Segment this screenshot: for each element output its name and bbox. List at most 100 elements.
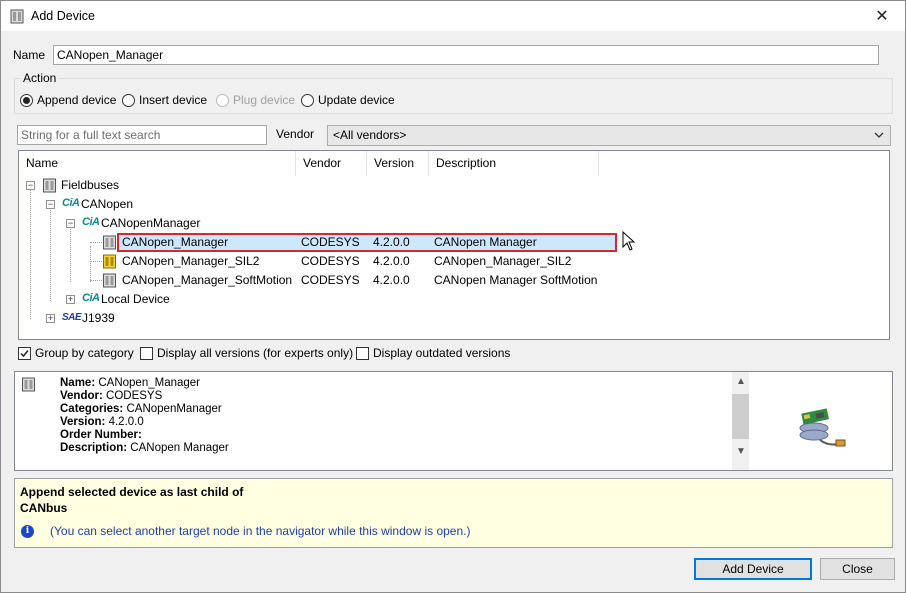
display-all-versions-checkbox[interactable]: Display all versions (for experts only) <box>140 346 353 360</box>
add-device-dialog: Add Device ✕ Name CANopen_Manager Action… <box>0 0 906 593</box>
device-module-icon <box>10 9 24 24</box>
group-by-category-label: Group by category <box>35 346 134 360</box>
device-description: CANopen Manager SoftMotion <box>434 273 598 287</box>
search-input[interactable]: String for a full text search <box>17 125 267 145</box>
info-vendor-value: CODESYS <box>102 390 163 402</box>
can-adapter-icon <box>799 408 846 447</box>
radio-circle <box>301 93 314 107</box>
info-name-label: Name: <box>60 377 96 389</box>
tree-node-local-device[interactable]: + CiA Local Device <box>19 290 889 309</box>
device-row-canopen-manager[interactable]: CANopen_Manager CODESYS 4.2.0.0 CANopen … <box>19 233 889 252</box>
display-outdated-checkbox[interactable]: Display outdated versions <box>356 346 510 360</box>
title-bar: Add Device ✕ <box>1 1 905 31</box>
device-name: CANopen_Manager_SoftMotion <box>122 273 293 287</box>
info-version-value: 4.2.0.0 <box>105 416 144 428</box>
info-icon: i <box>21 525 34 538</box>
device-description: CANopen_Manager_SIL2 <box>434 254 572 268</box>
device-module-sil2-icon <box>103 254 116 269</box>
status-message-panel: Append selected device as last child of … <box>14 478 893 548</box>
device-info-text: Name: CANopen_Manager Vendor: CODESYS Ca… <box>60 377 229 455</box>
device-vendor: CODESYS <box>301 273 360 287</box>
checkmark-icon <box>20 349 29 357</box>
group-by-category-checkbox[interactable]: Group by category <box>18 346 134 360</box>
column-header-description[interactable]: Description <box>429 151 599 176</box>
device-tree[interactable]: Name Vendor Version Description − Fieldb… <box>18 150 890 340</box>
column-header-vendor[interactable]: Vendor <box>296 151 367 176</box>
scrollbar-thumb[interactable] <box>732 394 749 439</box>
device-version: 4.2.0.0 <box>373 273 410 287</box>
cia-logo-icon: CiA <box>82 216 100 228</box>
info-scrollbar[interactable]: ▲ ▼ <box>732 372 749 470</box>
append-device-radio[interactable]: Append device <box>20 93 116 107</box>
checkbox-box <box>356 346 369 360</box>
fieldbus-icon <box>43 178 56 193</box>
device-module-icon <box>103 273 116 288</box>
collapse-icon[interactable]: − <box>66 219 75 228</box>
info-version-label: Version: <box>60 416 106 428</box>
info-vendor-label: Vendor: <box>60 390 103 402</box>
tree-node-label: J1939 <box>82 311 115 325</box>
sae-logo-icon: SAE <box>62 312 82 323</box>
column-header-version[interactable]: Version <box>367 151 429 176</box>
info-order-label: Order Number: <box>60 429 142 441</box>
radio-circle <box>122 93 135 107</box>
info-description-value: CANopen Manager <box>127 442 229 454</box>
tree-node-fieldbuses[interactable]: − Fieldbuses <box>19 176 889 195</box>
plug-device-radio: Plug device <box>216 93 295 107</box>
checkbox-box <box>18 346 31 360</box>
tree-node-canopen[interactable]: − CiA CANopen <box>19 195 889 214</box>
search-placeholder: String for a full text search <box>21 128 161 142</box>
window-title: Add Device <box>31 9 95 23</box>
tree-node-label: CANopenManager <box>101 216 201 230</box>
device-version: 4.2.0.0 <box>373 254 410 268</box>
radio-circle <box>216 93 229 107</box>
plug-device-label: Plug device <box>233 93 296 107</box>
vendor-select[interactable]: <All vendors> <box>327 125 891 146</box>
tree-node-label: Fieldbuses <box>61 178 120 192</box>
display-outdated-label: Display outdated versions <box>373 346 511 360</box>
chevron-down-icon <box>874 132 884 138</box>
column-header-name[interactable]: Name <box>19 151 296 176</box>
cia-logo-icon: CiA <box>62 197 80 209</box>
mouse-pointer-icon <box>622 231 636 251</box>
device-vendor: CODESYS <box>301 254 360 268</box>
device-row-canopen-manager-sil2[interactable]: CANopen_Manager_SIL2 CODESYS 4.2.0.0 CAN… <box>19 252 889 271</box>
message-line-1: Append selected device as last child of <box>20 485 244 499</box>
collapse-icon[interactable]: − <box>46 200 55 209</box>
device-module-icon <box>22 377 35 392</box>
scroll-up-icon[interactable]: ▲ <box>736 376 746 387</box>
radio-circle <box>20 93 33 107</box>
device-image <box>758 376 878 468</box>
expand-icon[interactable]: + <box>46 314 55 323</box>
device-row-canopen-manager-softmotion[interactable]: CANopen_Manager_SoftMotion CODESYS 4.2.0… <box>19 271 889 290</box>
expand-icon[interactable]: + <box>66 295 75 304</box>
insert-device-label: Insert device <box>139 93 208 107</box>
update-device-label: Update device <box>318 93 395 107</box>
append-device-label: Append device <box>37 93 117 107</box>
tree-node-canopenmanager[interactable]: − CiA CANopenManager <box>19 214 889 233</box>
device-name: CANopen_Manager_SIL2 <box>122 254 260 268</box>
update-device-radio[interactable]: Update device <box>301 93 395 107</box>
tree-node-label: Local Device <box>101 292 170 306</box>
collapse-icon[interactable]: − <box>26 181 35 190</box>
add-device-button[interactable]: Add Device <box>694 558 812 580</box>
device-name: CANopen_Manager <box>122 235 229 249</box>
checkbox-box <box>140 346 153 360</box>
info-description-label: Description: <box>60 442 128 454</box>
scroll-down-icon[interactable]: ▼ <box>736 446 746 457</box>
device-version: 4.2.0.0 <box>373 235 410 249</box>
tree-node-j1939[interactable]: + SAE J1939 <box>19 309 889 328</box>
info-name-value: CANopen_Manager <box>95 377 200 389</box>
message-line-2: CANbus <box>20 501 68 515</box>
close-icon[interactable]: ✕ <box>859 1 905 31</box>
insert-device-radio[interactable]: Insert device <box>122 93 207 107</box>
device-info-panel: Name: CANopen_Manager Vendor: CODESYS Ca… <box>14 371 893 471</box>
name-input[interactable]: CANopen_Manager <box>53 45 879 65</box>
vendor-selected: <All vendors> <box>333 128 407 142</box>
device-description: CANopen Manager <box>434 235 537 249</box>
display-all-versions-label: Display all versions (for experts only) <box>157 346 354 360</box>
close-button[interactable]: Close <box>820 558 895 580</box>
cia-logo-icon: CiA <box>82 292 100 304</box>
tree-node-label: CANopen <box>81 197 134 211</box>
info-categories-label: Categories: <box>60 403 124 415</box>
